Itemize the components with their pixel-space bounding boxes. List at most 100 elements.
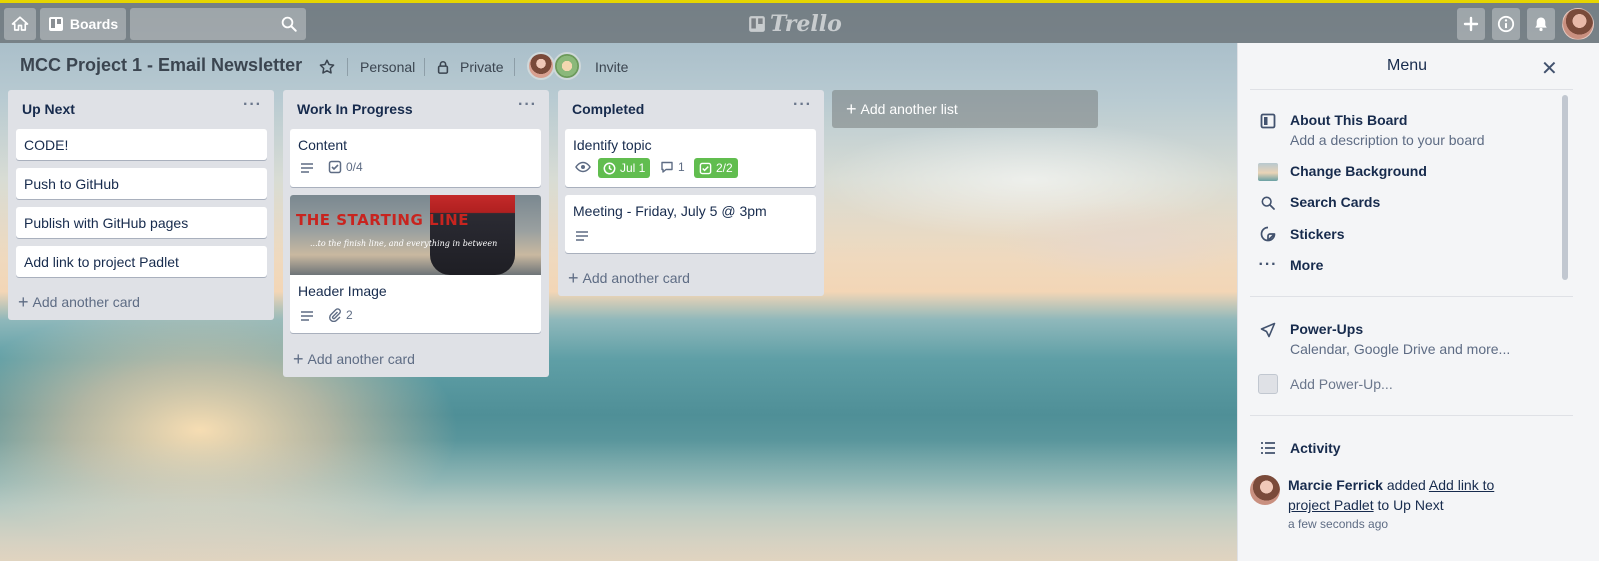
plus-icon: +: [846, 99, 857, 119]
checklist-badge: 0/4: [328, 160, 363, 174]
create-button[interactable]: [1457, 8, 1485, 40]
lock-icon: [437, 61, 449, 74]
home-button[interactable]: [4, 8, 36, 40]
menu-scrollbar[interactable]: [1562, 95, 1568, 280]
card[interactable]: Identify topic Jul 1 1 2/2: [565, 129, 816, 187]
change-background-link[interactable]: Change Background: [1290, 163, 1427, 179]
card[interactable]: Publish with GitHub pages: [16, 207, 267, 238]
divider: [424, 58, 425, 76]
power-ups-description[interactable]: Calendar, Google Drive and more...: [1290, 341, 1510, 357]
invite-button[interactable]: Invite: [595, 55, 628, 79]
description-icon: [300, 162, 314, 174]
about-board-description[interactable]: Add a description to your board: [1290, 132, 1485, 148]
plus-icon: +: [568, 268, 579, 288]
due-date: Jul 1: [620, 161, 646, 175]
activity-destination: to Up Next: [1377, 497, 1444, 513]
divider: [1250, 296, 1573, 297]
search-input[interactable]: [130, 8, 306, 40]
search-cards-link[interactable]: Search Cards: [1290, 194, 1380, 210]
add-list-button[interactable]: + Add another list: [832, 90, 1098, 128]
sticker-icon: [1258, 224, 1278, 244]
star-icon: [319, 59, 335, 74]
about-board-link[interactable]: About This Board: [1290, 112, 1407, 128]
plus-icon: +: [293, 349, 304, 369]
card[interactable]: Push to GitHub: [16, 168, 267, 199]
activity-icon: [1258, 438, 1278, 458]
info-icon: [1497, 15, 1515, 33]
boards-icon: [48, 17, 63, 31]
home-icon: [11, 16, 29, 31]
due-date-badge[interactable]: Jul 1: [598, 158, 651, 178]
add-power-up-link[interactable]: Add Power-Up...: [1290, 376, 1393, 392]
card-title: Meeting - Friday, July 5 @ 3pm: [573, 203, 767, 219]
visibility-label: Private: [460, 59, 504, 75]
logo-text: Trello: [770, 11, 842, 37]
add-card-label: Add another card: [307, 351, 415, 367]
member-avatar[interactable]: [527, 52, 555, 80]
plus-icon: [1463, 16, 1479, 32]
list-title[interactable]: Work In Progress: [297, 101, 413, 117]
card[interactable]: CODE!: [16, 129, 267, 160]
list-completed: Completed ··· Identify topic Jul 1 1 2/2…: [558, 90, 824, 296]
close-icon[interactable]: ✕: [1541, 56, 1558, 81]
info-button[interactable]: [1492, 8, 1520, 40]
team-button[interactable]: Personal: [360, 55, 415, 79]
card[interactable]: Content 0/4: [290, 129, 541, 187]
activity-user[interactable]: Marcie Ferrick: [1288, 477, 1383, 493]
boards-button[interactable]: Boards: [40, 8, 126, 40]
stickers-link[interactable]: Stickers: [1290, 226, 1344, 242]
list-work-in-progress: Work In Progress ··· Content 0/4 THE STA…: [283, 90, 549, 377]
list-title[interactable]: Up Next: [22, 101, 75, 117]
divider: [1250, 415, 1573, 416]
more-link[interactable]: More: [1290, 257, 1323, 273]
activity-time: a few seconds ago: [1288, 517, 1389, 531]
comment-icon: [661, 161, 673, 173]
list-menu-icon[interactable]: ···: [243, 96, 262, 114]
comment-count: 1: [678, 160, 685, 174]
cover-tagline: ...to the finish line, and everything in…: [310, 239, 498, 248]
list-menu-icon[interactable]: ···: [793, 96, 812, 114]
search-icon: [281, 16, 297, 32]
attachment-badge: 2: [328, 308, 353, 322]
star-button[interactable]: [318, 55, 336, 79]
add-card-button[interactable]: + Add another card: [18, 292, 140, 312]
notifications-button[interactable]: [1527, 8, 1555, 40]
description-icon: [575, 230, 589, 242]
activity-avatar[interactable]: [1250, 475, 1280, 505]
user-avatar[interactable]: [1562, 8, 1594, 40]
card-cover-image: THE STARTING LINE ...to the finish line,…: [290, 195, 541, 275]
member-avatar[interactable]: [553, 52, 581, 80]
card-title: Content: [298, 137, 348, 153]
checkbox-icon: [699, 162, 712, 174]
power-up-placeholder-icon: [1258, 374, 1278, 394]
card-title: Identify topic: [573, 137, 652, 153]
card-title: Publish with GitHub pages: [24, 215, 189, 231]
add-card-button[interactable]: + Add another card: [568, 268, 690, 288]
card-title: CODE!: [24, 137, 69, 153]
power-ups-link[interactable]: Power-Ups: [1290, 321, 1363, 337]
background-thumbnail: [1258, 162, 1278, 182]
list-title[interactable]: Completed: [572, 101, 644, 117]
list-menu-icon[interactable]: ···: [518, 96, 537, 114]
visibility-button[interactable]: Private: [436, 55, 504, 79]
divider: [1250, 89, 1573, 90]
plus-icon: +: [18, 292, 29, 312]
add-card-button[interactable]: + Add another card: [293, 349, 415, 369]
card[interactable]: THE STARTING LINE ...to the finish line,…: [290, 195, 541, 333]
card[interactable]: Meeting - Friday, July 5 @ 3pm: [565, 195, 816, 253]
top-bar: Boards Trello: [0, 0, 1599, 43]
card[interactable]: Add link to project Padlet: [16, 246, 267, 277]
card-title: Push to GitHub: [24, 176, 119, 192]
rocket-icon: [1258, 320, 1278, 340]
trello-logo[interactable]: Trello: [748, 9, 842, 39]
divider: [514, 58, 515, 76]
add-card-label: Add another card: [32, 294, 140, 310]
add-card-label: Add another card: [582, 270, 690, 286]
boards-label: Boards: [69, 16, 119, 32]
checklist-count: 2/2: [716, 161, 733, 175]
activity-heading[interactable]: Activity: [1290, 440, 1341, 456]
checkbox-icon: [328, 160, 342, 174]
card-title: Add link to project Padlet: [24, 254, 179, 270]
board-title[interactable]: MCC Project 1 - Email Newsletter: [20, 55, 302, 79]
list-up-next: Up Next ··· CODE! Push to GitHub Publish…: [8, 90, 274, 320]
